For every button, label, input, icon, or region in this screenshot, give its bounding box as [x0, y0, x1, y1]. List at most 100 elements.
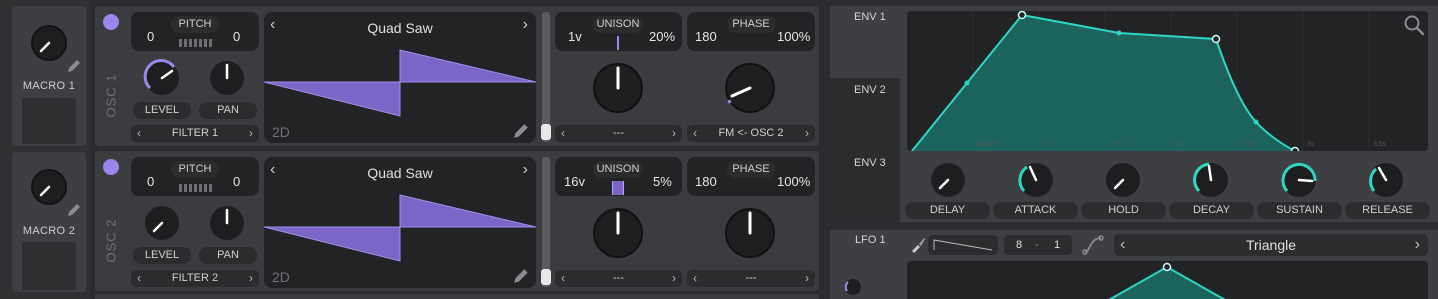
macro-1[interactable]: MACRO 1: [12, 6, 86, 146]
env-tab-1-label: ENV 1: [854, 11, 886, 23]
chevron-right-icon[interactable]: ›: [672, 270, 676, 287]
osc-1-enable-toggle[interactable]: [103, 14, 119, 30]
osc-1-pitch-dots[interactable]: [179, 39, 213, 47]
pencil-icon[interactable]: [66, 202, 82, 218]
osc-1-pan-knob[interactable]: [207, 58, 247, 98]
osc-1-side-label: OSC 1: [103, 73, 119, 118]
osc-1-pitch-label: PITCH: [171, 16, 219, 33]
lfo-graph-canvas: [1108, 262, 1226, 299]
osc-2-pan-knob[interactable]: [207, 203, 247, 243]
chevron-left-icon[interactable]: ‹: [561, 270, 565, 287]
env-release-label: RELEASE: [1345, 202, 1430, 219]
osc-2-phase-random[interactable]: 100%: [777, 174, 810, 189]
osc-1-pan-label: PAN: [199, 102, 257, 119]
lfo-rate-den[interactable]: 1: [1054, 235, 1060, 255]
osc-2-wave-mode[interactable]: 2D: [272, 269, 290, 285]
osc-1-unison-label: UNISON: [593, 16, 643, 33]
pencil-icon[interactable]: [512, 122, 530, 140]
osc-1-unison-voices[interactable]: 1v: [568, 29, 582, 44]
chevron-right-icon[interactable]: ›: [805, 270, 809, 287]
chevron-right-icon[interactable]: ›: [523, 161, 528, 179]
env-sustain-label: SUSTAIN: [1257, 202, 1342, 219]
osc-2-enable-toggle[interactable]: [103, 159, 119, 175]
lfo-tab-1-label[interactable]: LFO 1: [855, 234, 886, 246]
curve-icon[interactable]: [1082, 235, 1104, 255]
osc-2-phase-route[interactable]: ‹ --- ›: [687, 270, 815, 287]
osc-1-phase-value[interactable]: 180: [695, 29, 717, 44]
osc-2-unison-voices[interactable]: 16v: [564, 174, 585, 189]
env-tab-3[interactable]: ENV 3: [830, 152, 900, 222]
chevron-right-icon[interactable]: ›: [523, 16, 528, 34]
osc-1-phase-random[interactable]: 100%: [777, 29, 810, 44]
chevron-left-icon[interactable]: ‹: [561, 125, 565, 142]
osc-2-wavetable-display[interactable]: ‹ Quad Saw › 2D: [264, 157, 536, 288]
osc-2-unison-knob[interactable]: [588, 203, 648, 263]
osc-2-phase-knob[interactable]: [720, 203, 780, 263]
env-sustain-knob[interactable]: [1279, 160, 1319, 200]
env-delay-label: DELAY: [905, 202, 990, 219]
pencil-icon[interactable]: [66, 58, 82, 74]
chevron-left-icon[interactable]: ‹: [693, 125, 697, 142]
env-decay-knob[interactable]: [1191, 160, 1231, 200]
osc-1-unison-detune[interactable]: 20%: [649, 29, 675, 44]
env-delay-knob[interactable]: [928, 160, 968, 200]
lfo-shape-preset[interactable]: [928, 235, 998, 255]
osc-1-pitch-tune[interactable]: 0: [233, 29, 240, 44]
lfo-1-mod-knob[interactable]: [844, 278, 862, 296]
osc-1-wave-mode[interactable]: 2D: [272, 124, 290, 140]
env-release-knob[interactable]: [1366, 160, 1406, 200]
chevron-right-icon[interactable]: ›: [249, 125, 253, 142]
chevron-left-icon[interactable]: ‹: [693, 270, 697, 287]
macro-1-mod-area[interactable]: [22, 98, 76, 144]
osc-2-phase-value[interactable]: 180: [695, 174, 717, 189]
osc-1-unison-knob[interactable]: [588, 58, 648, 118]
osc-2-filter-route[interactable]: ‹ FILTER 2 ›: [131, 270, 259, 287]
osc-2-filter-route-label: FILTER 2: [171, 272, 219, 284]
osc-2-unison-route[interactable]: ‹ --- ›: [555, 270, 682, 287]
lfo-rate[interactable]: 8 - 1: [1004, 235, 1072, 255]
macro-2[interactable]: MACRO 2: [12, 152, 86, 292]
env-tab-2[interactable]: ENV 2: [830, 80, 900, 150]
osc-1-level-label: LEVEL: [133, 102, 191, 119]
chevron-right-icon[interactable]: ›: [672, 125, 676, 142]
osc-1-phase-route-label: FM <- OSC 2: [718, 127, 784, 139]
osc-2-pitch-transpose[interactable]: 0: [147, 174, 154, 189]
chevron-right-icon[interactable]: ›: [805, 125, 809, 142]
osc-1-phase-label: PHASE: [727, 16, 775, 33]
chevron-left-icon[interactable]: ‹: [137, 125, 141, 142]
env-graph[interactable]: 500ms 1s 1.5s 2s 2.5s 3s 3.5s: [907, 11, 1428, 151]
env-hold-knob[interactable]: [1103, 160, 1143, 200]
paintbrush-icon[interactable]: [909, 236, 927, 254]
osc-1-phase-knob[interactable]: [720, 58, 780, 118]
osc-1-unison-route[interactable]: ‹ --- ›: [555, 125, 682, 142]
osc-2-pitch-tune[interactable]: 0: [233, 174, 240, 189]
osc-1-level-knob[interactable]: [142, 58, 182, 98]
magnifier-icon[interactable]: [1403, 14, 1425, 36]
osc-2-wave-name[interactable]: Quad Saw: [264, 165, 536, 181]
macro-2-knob[interactable]: [29, 167, 69, 207]
osc-1-phase-route[interactable]: ‹ FM <- OSC 2 ›: [687, 125, 815, 142]
lfo-graph[interactable]: [907, 261, 1428, 299]
chevron-left-icon[interactable]: ‹: [1120, 234, 1125, 256]
osc-2-frame-slider[interactable]: [541, 157, 551, 287]
lfo-shape-selector[interactable]: ‹ Triangle ›: [1114, 234, 1428, 256]
osc-1-wavetable-display[interactable]: ‹ Quad Saw › 2D: [264, 12, 536, 143]
osc-1-filter-route[interactable]: ‹ FILTER 1 ›: [131, 125, 259, 142]
osc-1-pitch-transpose[interactable]: 0: [147, 29, 154, 44]
osc-1-wave-name[interactable]: Quad Saw: [264, 20, 536, 36]
osc-2-phase-label: PHASE: [727, 161, 775, 178]
lfo-shape-name: Triangle: [1245, 237, 1297, 253]
env-attack-knob[interactable]: [1016, 160, 1056, 200]
macro-1-knob[interactable]: [29, 23, 69, 63]
pencil-icon[interactable]: [512, 267, 530, 285]
chevron-right-icon[interactable]: ›: [1415, 234, 1420, 256]
chevron-left-icon[interactable]: ‹: [137, 270, 141, 287]
osc-2-level-knob[interactable]: [142, 203, 182, 243]
chevron-right-icon[interactable]: ›: [249, 270, 253, 287]
osc-2-pitch-dots[interactable]: [179, 184, 213, 192]
lfo-rate-num[interactable]: 8: [1016, 235, 1022, 255]
macro-2-mod-area[interactable]: [22, 242, 76, 290]
osc-1-frame-slider[interactable]: [541, 12, 551, 142]
osc-2-unison-detune[interactable]: 5%: [653, 174, 672, 189]
env-tab-1[interactable]: ENV 1: [830, 6, 900, 78]
